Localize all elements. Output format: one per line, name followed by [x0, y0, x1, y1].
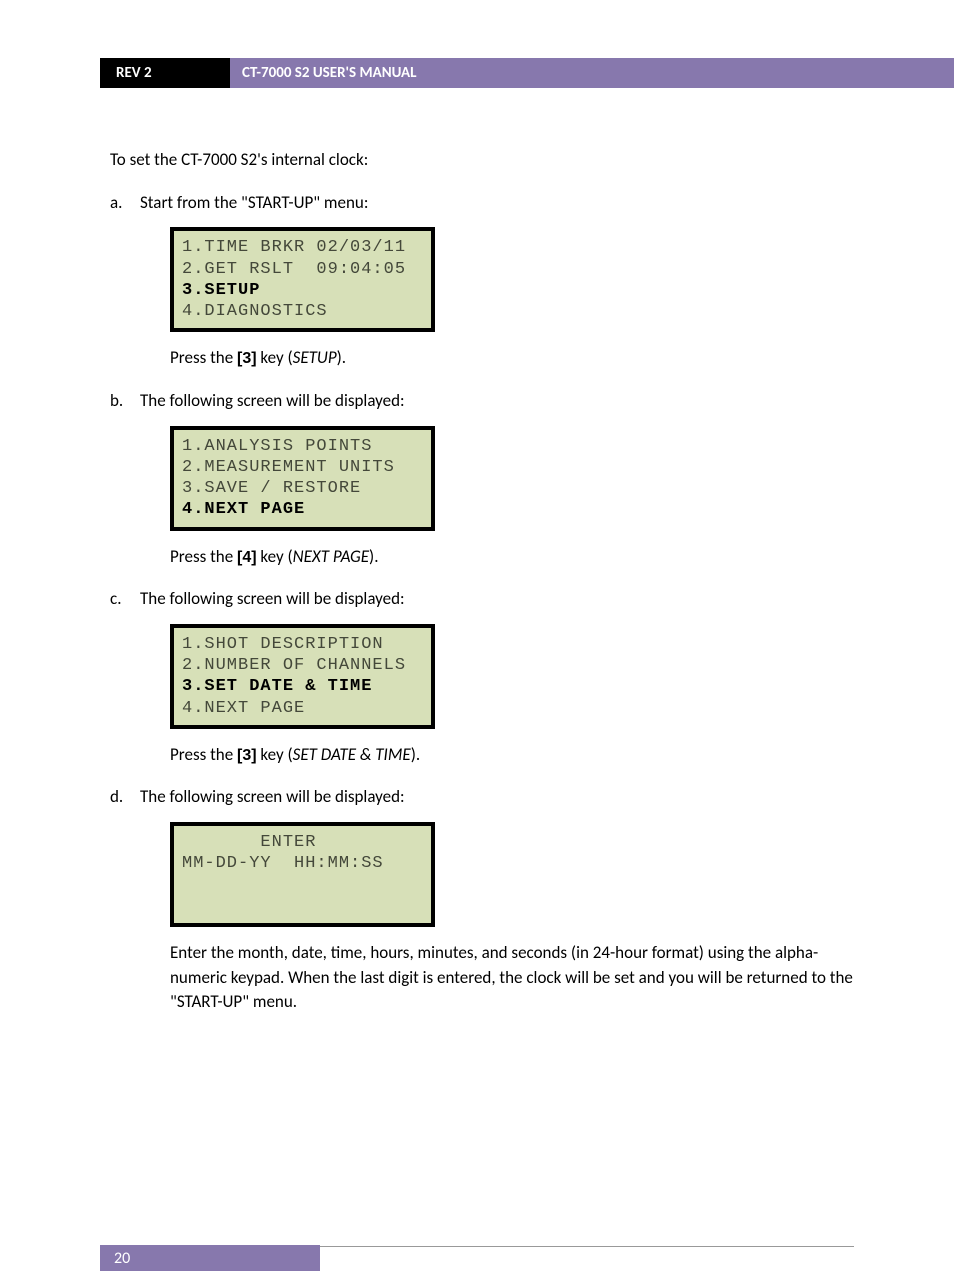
keycap: [3]	[237, 350, 257, 367]
press-post: ).	[369, 546, 378, 567]
step-d-text: The following screen will be displayed:	[140, 785, 854, 810]
step-a-text: Start from the "START-UP" menu:	[140, 191, 854, 216]
lcd-line: 2.GET RSLT 09:04:05	[182, 260, 406, 279]
step-b-text: The following screen will be displayed:	[140, 389, 854, 414]
lcd-line: 1.TIME BRKR 02/03/11	[182, 238, 406, 257]
step-letter-b: b.	[110, 389, 140, 414]
step-letter-d: d.	[110, 785, 140, 810]
press-mid: key (	[257, 347, 293, 368]
keycap: [3]	[237, 747, 257, 764]
step-a: a. Start from the "START-UP" menu:	[110, 191, 854, 216]
step-b-instruction: Press the [4] key (NEXT PAGE).	[170, 545, 854, 570]
lcd-line: 2.MEASUREMENT UNITS	[182, 458, 395, 477]
step-b: b. The following screen will be displaye…	[110, 389, 854, 414]
step-letter-c: c.	[110, 587, 140, 612]
content: To set the CT-7000 S2's internal clock: …	[110, 148, 854, 1015]
press-opt: SET DATE & TIME	[293, 744, 411, 765]
footer-rule	[320, 1246, 854, 1271]
lcd-line	[182, 897, 193, 916]
keycap: [4]	[237, 549, 257, 566]
lcd-line: 1.ANALYSIS POINTS	[182, 437, 372, 456]
header-bar: REV 2 CT-7000 S2 USER'S MANUAL	[0, 58, 954, 88]
lcd-line: 4.NEXT PAGE	[182, 699, 305, 718]
press-pre: Press the	[170, 744, 237, 765]
intro-text: To set the CT-7000 S2's internal clock:	[110, 148, 854, 173]
lcd-line: 2.NUMBER OF CHANNELS	[182, 656, 406, 675]
lcd-line: 3.SAVE / RESTORE	[182, 479, 361, 498]
step-c-text: The following screen will be displayed:	[140, 587, 854, 612]
step-c-instruction: Press the [3] key (SET DATE & TIME).	[170, 743, 854, 768]
lcd-line: ENTER	[182, 833, 316, 852]
press-pre: Press the	[170, 347, 237, 368]
lcd-line-bold: 4.NEXT PAGE	[182, 500, 305, 519]
press-mid: key (	[257, 546, 293, 567]
footer: 20	[0, 1245, 954, 1271]
press-pre: Press the	[170, 546, 237, 567]
header-rev: REV 2	[100, 58, 230, 88]
press-post: ).	[337, 347, 346, 368]
lcd-line: MM-DD-YY HH:MM:SS	[182, 854, 384, 873]
press-opt: SETUP	[293, 347, 337, 368]
lcd-line: 1.SHOT DESCRIPTION	[182, 635, 384, 654]
lcd-screen-c: 1.SHOT DESCRIPTION 2.NUMBER OF CHANNELS …	[170, 624, 435, 729]
lcd-screen-b: 1.ANALYSIS POINTS 2.MEASUREMENT UNITS 3.…	[170, 426, 435, 531]
lcd-line-bold: 3.SET DATE & TIME	[182, 677, 372, 696]
lcd-line-bold: 3.SETUP	[182, 281, 260, 300]
lcd-line	[182, 876, 193, 895]
press-opt: NEXT PAGE	[293, 546, 369, 567]
lcd-screen-a: 1.TIME BRKR 02/03/11 2.GET RSLT 09:04:05…	[170, 227, 435, 332]
lcd-line: 4.DIAGNOSTICS	[182, 302, 328, 321]
step-letter-a: a.	[110, 191, 140, 216]
lcd-screen-d: ENTER MM-DD-YY HH:MM:SS	[170, 822, 435, 927]
page: REV 2 CT-7000 S2 USER'S MANUAL To set th…	[0, 58, 954, 1271]
step-d-final: Enter the month, date, time, hours, minu…	[170, 941, 854, 1015]
press-mid: key (	[257, 744, 293, 765]
header-title: CT-7000 S2 USER'S MANUAL	[230, 58, 954, 88]
press-post: ).	[411, 744, 420, 765]
page-number: 20	[100, 1245, 320, 1271]
step-c: c. The following screen will be displaye…	[110, 587, 854, 612]
step-a-instruction: Press the [3] key (SETUP).	[170, 346, 854, 371]
step-d: d. The following screen will be displaye…	[110, 785, 854, 810]
